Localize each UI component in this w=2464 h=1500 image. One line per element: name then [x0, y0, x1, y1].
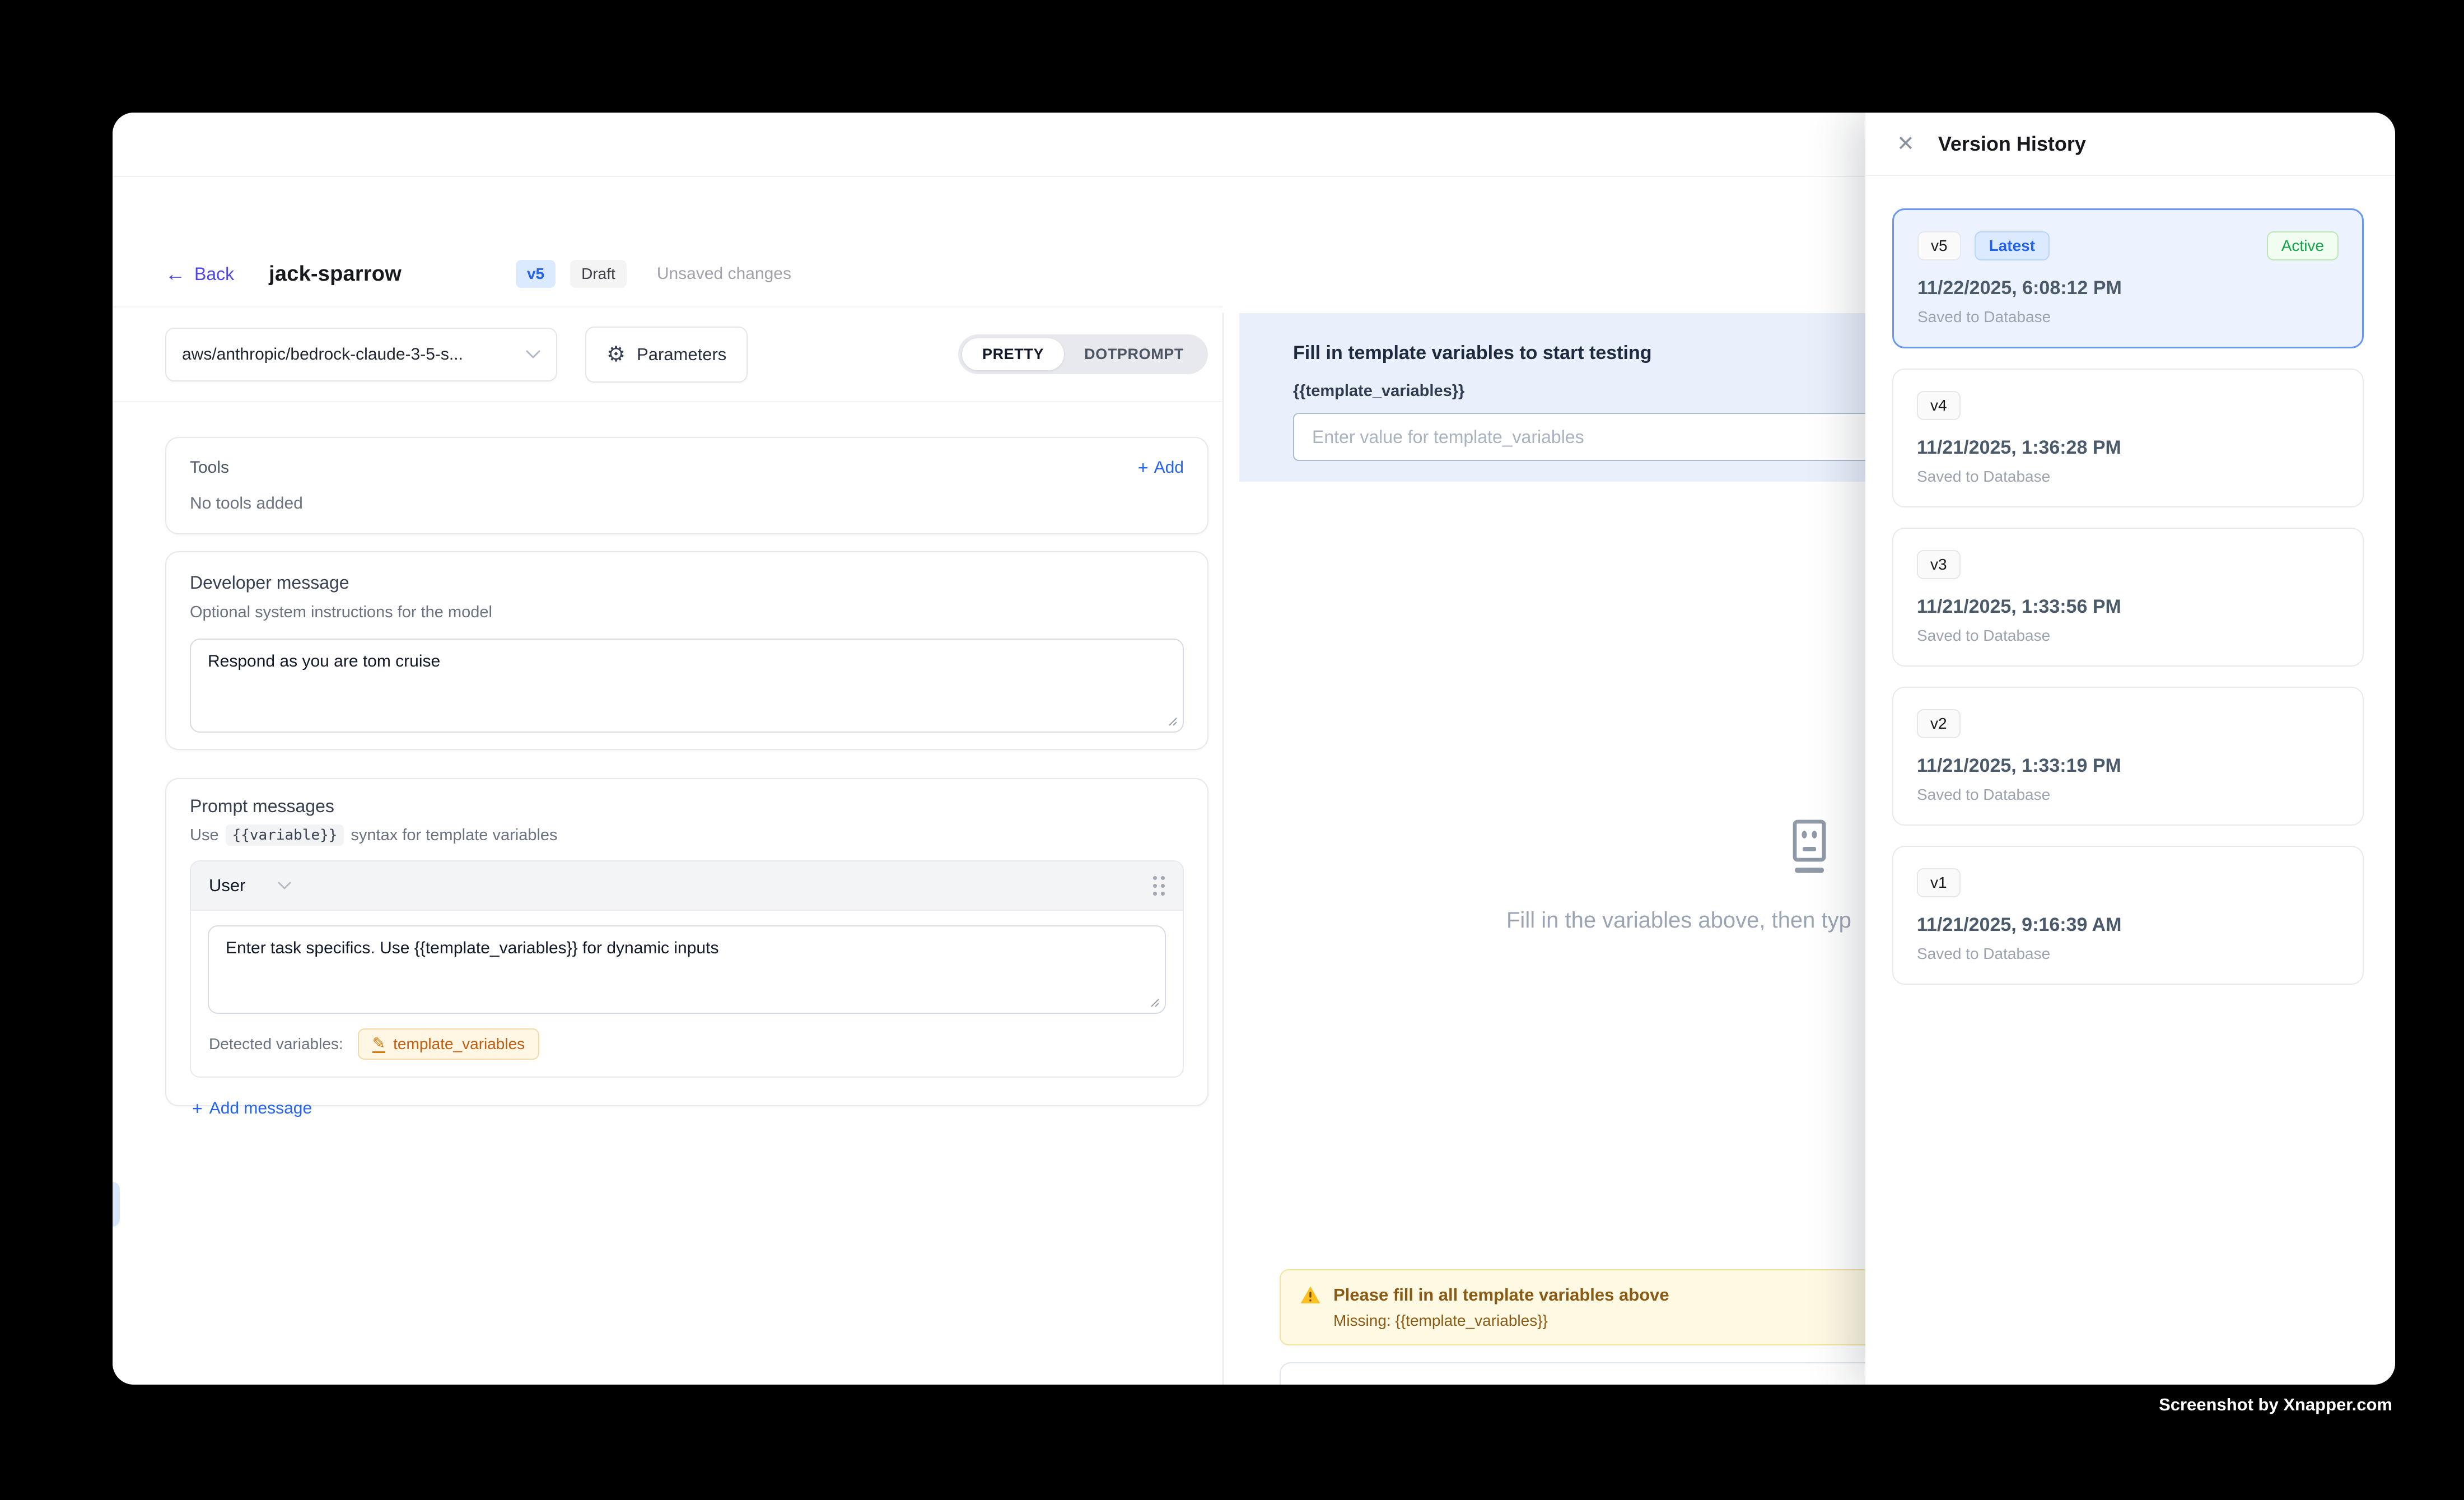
version-timestamp: 11/21/2025, 9:16:39 AM [1917, 914, 2339, 936]
toggle-pretty[interactable]: PRETTY [962, 338, 1064, 370]
version-number-badge: v1 [1917, 868, 1961, 897]
version-number-badge: v4 [1917, 391, 1961, 420]
screen: { "header": { "back_arrow": "←", "back":… [0, 0, 2464, 1500]
warning-icon [1300, 1285, 1321, 1305]
role-select[interactable]: User [209, 875, 291, 896]
version-timestamp: 11/21/2025, 1:33:19 PM [1917, 755, 2339, 777]
version-saved-label: Saved to Database [1917, 468, 2339, 486]
robot-icon [1788, 819, 1831, 877]
view-mode-toggle: PRETTY DOTPROMPT [958, 334, 1208, 374]
version-badge: v5 [516, 260, 556, 288]
add-message-button[interactable]: + Add message [190, 1099, 1184, 1118]
title-row: ← Back jack-sparrow v5 Draft Unsaved cha… [113, 241, 1222, 308]
app-window: ← Back jack-sparrow v5 Draft Unsaved cha… [113, 113, 2395, 1385]
version-list: v5 Latest Active 11/22/2025, 6:08:12 PM … [1865, 176, 2395, 985]
parameters-label: Parameters [637, 344, 726, 365]
version-saved-label: Saved to Database [1917, 308, 2339, 326]
developer-message-input[interactable]: Respond as you are tom cruise [190, 639, 1184, 733]
model-select[interactable]: aws/anthropic/bedrock-claude-3-5-s... [165, 328, 557, 381]
variable-syntax-chip: {{variable}} [226, 824, 344, 846]
subtitle-prefix: Use [190, 826, 219, 845]
unsaved-changes-label: Unsaved changes [657, 264, 791, 283]
version-history-panel: ✕ Version History v5 Latest Active 11/22… [1865, 113, 2395, 1385]
prompt-messages-card: Prompt messages Use {{variable}} syntax … [165, 778, 1208, 1106]
pencil-icon: ✎ [372, 1035, 385, 1053]
plus-icon: + [1138, 459, 1149, 477]
header-badges: v5 Draft Unsaved changes [516, 260, 791, 288]
developer-message-title: Developer message [190, 572, 1184, 593]
developer-message-card: Developer message Optional system instru… [165, 551, 1208, 750]
version-number-badge: v3 [1917, 550, 1961, 579]
gear-icon: ⚙ [606, 344, 626, 365]
tools-card: Tools + Add No tools added [165, 437, 1208, 534]
subtitle-suffix: syntax for template variables [351, 826, 557, 845]
version-number-badge: v5 [1917, 231, 1961, 260]
message-block: User Enter task specifics. Use {{templat… [190, 860, 1184, 1078]
version-history-header: ✕ Version History [1865, 113, 2395, 176]
detected-variables-row: Detected variables: ✎ template_variables [191, 1014, 1183, 1077]
draft-badge: Draft [570, 260, 627, 288]
message-header: User [191, 861, 1183, 911]
version-timestamp: 11/21/2025, 1:36:28 PM [1917, 437, 2339, 459]
prompt-messages-subtitle: Use {{variable}} syntax for template var… [190, 824, 1184, 846]
latest-badge: Latest [1975, 231, 2050, 260]
resize-handle-icon[interactable] [1148, 996, 1159, 1007]
active-badge: Active [2267, 231, 2339, 260]
close-icon[interactable]: ✕ [1897, 133, 1915, 155]
version-saved-label: Saved to Database [1917, 627, 2339, 645]
chevron-down-icon [526, 350, 540, 359]
version-item-v5[interactable]: v5 Latest Active 11/22/2025, 6:08:12 PM … [1892, 208, 2364, 348]
editor-content: Tools + Add No tools added Developer mes… [113, 402, 1222, 1385]
back-button[interactable]: ← Back [165, 264, 234, 285]
warning-title: Please fill in all template variables ab… [1333, 1285, 1669, 1305]
detected-variables-label: Detected variables: [209, 1035, 343, 1053]
version-saved-label: Saved to Database [1917, 786, 2339, 804]
version-saved-label: Saved to Database [1917, 945, 2339, 963]
template-variable-chip-label: template_variables [393, 1035, 525, 1053]
prompt-messages-title: Prompt messages [190, 796, 1184, 817]
watermark: Screenshot by Xnapper.com [2159, 1395, 2392, 1415]
page-title: jack-sparrow [269, 262, 402, 286]
resize-handle-icon[interactable] [1166, 715, 1177, 726]
version-number-badge: v2 [1917, 709, 1961, 738]
editor-toolbar: aws/anthropic/bedrock-claude-3-5-s... ⚙ … [113, 308, 1222, 402]
role-select-value: User [209, 875, 245, 896]
version-history-title: Version History [1938, 132, 2086, 156]
parameters-button[interactable]: ⚙ Parameters [585, 327, 748, 383]
drag-handle[interactable] [1153, 876, 1165, 896]
back-arrow-icon: ← [165, 264, 185, 284]
chevron-down-icon [278, 882, 291, 890]
collapsed-panel-handle[interactable] [113, 1182, 120, 1227]
tools-empty-text: No tools added [190, 494, 1184, 513]
add-tool-button[interactable]: + Add [1138, 458, 1184, 477]
prompt-editor-column: ← Back jack-sparrow v5 Draft Unsaved cha… [113, 176, 1222, 1385]
version-timestamp: 11/22/2025, 6:08:12 PM [1917, 277, 2339, 299]
version-item-v1[interactable]: v1 11/21/2025, 9:16:39 AM Saved to Datab… [1892, 846, 2364, 985]
version-item-v2[interactable]: v2 11/21/2025, 1:33:19 PM Saved to Datab… [1892, 687, 2364, 826]
add-message-label: Add message [209, 1099, 312, 1118]
back-label: Back [194, 264, 234, 285]
version-item-v4[interactable]: v4 11/21/2025, 1:36:28 PM Saved to Datab… [1892, 369, 2364, 507]
model-select-value: aws/anthropic/bedrock-claude-3-5-s... [182, 345, 463, 364]
developer-message-subtitle: Optional system instructions for the mod… [190, 603, 1184, 622]
template-variable-chip[interactable]: ✎ template_variables [358, 1028, 540, 1060]
toggle-dotprompt[interactable]: DOTPROMPT [1064, 338, 1204, 370]
plus-icon: + [192, 1100, 203, 1117]
add-tool-label: Add [1154, 458, 1184, 477]
tools-title: Tools [190, 458, 229, 477]
version-timestamp: 11/21/2025, 1:33:56 PM [1917, 596, 2339, 618]
empty-state-text: Fill in the variables above, then typ [1506, 908, 1851, 933]
version-item-v3[interactable]: v3 11/21/2025, 1:33:56 PM Saved to Datab… [1892, 528, 2364, 667]
message-body: Enter task specifics. Use {{template_var… [191, 911, 1183, 1014]
message-input[interactable]: Enter task specifics. Use {{template_var… [208, 925, 1166, 1014]
